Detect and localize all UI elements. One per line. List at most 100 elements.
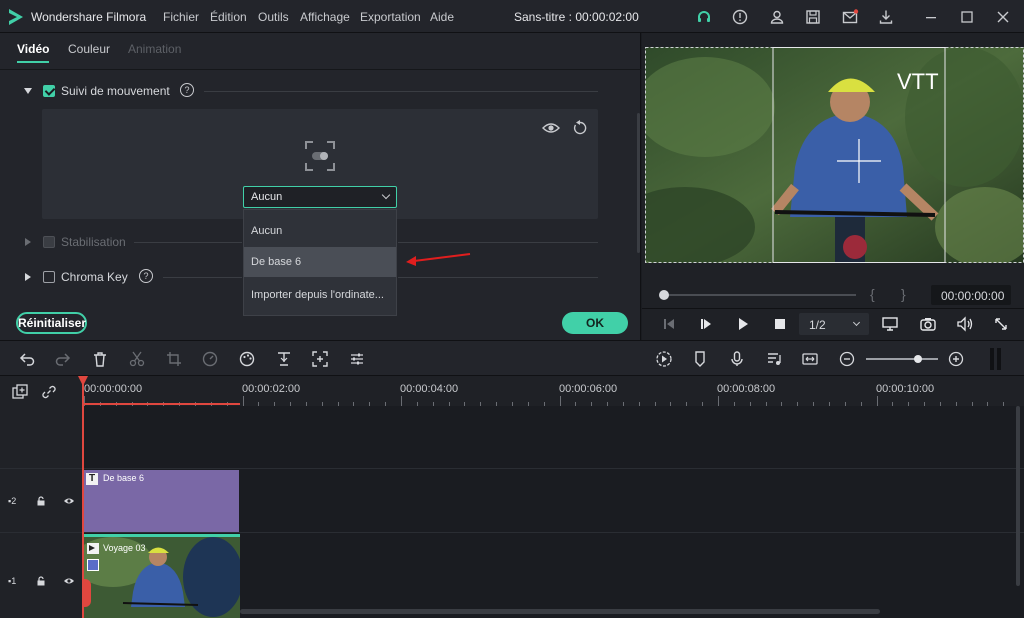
expand-triangle-icon[interactable] bbox=[25, 238, 31, 246]
ruler-label: 00:00:04:00 bbox=[400, 383, 459, 395]
fullscreen-icon[interactable] bbox=[993, 316, 1009, 332]
menu-aide[interactable]: Aide bbox=[430, 10, 454, 24]
ruler-tick bbox=[749, 402, 751, 406]
voiceover-icon[interactable] bbox=[765, 350, 783, 368]
timeline: 00:00:00:00 00:00:02:00 00:00:04:00 00:0… bbox=[0, 376, 1024, 618]
ruler-tick bbox=[924, 402, 926, 406]
undo-icon[interactable] bbox=[18, 350, 36, 368]
zoom-out-icon[interactable] bbox=[838, 350, 856, 368]
ruler-tick bbox=[638, 402, 640, 406]
microphone-icon[interactable] bbox=[728, 350, 746, 368]
expand-triangle-icon[interactable] bbox=[25, 273, 31, 281]
menu-outils[interactable]: Outils bbox=[258, 10, 289, 24]
reset-icon[interactable] bbox=[572, 120, 588, 136]
preview-scrubber-track[interactable] bbox=[664, 294, 856, 296]
zoom-in-icon[interactable] bbox=[947, 350, 965, 368]
collapse-triangle-icon[interactable] bbox=[24, 88, 32, 94]
track-divider bbox=[0, 532, 1024, 533]
motion-tracking-label: Suivi de mouvement bbox=[61, 84, 170, 98]
add-track-icon[interactable] bbox=[12, 384, 28, 400]
tabs-divider bbox=[0, 69, 641, 70]
ruler-label: 00:00:00:00 bbox=[84, 383, 143, 395]
help-icon[interactable]: ? bbox=[180, 83, 194, 97]
maximize-icon[interactable] bbox=[958, 8, 976, 26]
ruler-tick bbox=[274, 402, 276, 406]
pause-bar-left bbox=[990, 348, 994, 370]
visibility-eye-icon[interactable] bbox=[63, 496, 75, 506]
play-icon[interactable] bbox=[736, 317, 750, 331]
title-clip[interactable]: T De base 6 bbox=[83, 470, 239, 532]
text-clip-icon: T bbox=[86, 473, 98, 485]
stabilization-checkbox[interactable] bbox=[43, 236, 55, 248]
video-clip-label: Voyage 03 bbox=[103, 543, 146, 553]
ruler-tick bbox=[575, 402, 577, 406]
close-icon[interactable] bbox=[994, 8, 1012, 26]
headset-icon[interactable] bbox=[695, 8, 713, 26]
preview-scrubber-handle[interactable] bbox=[659, 290, 669, 300]
zoom-slider-track[interactable] bbox=[866, 358, 938, 360]
save-icon[interactable] bbox=[804, 8, 822, 26]
minimize-icon[interactable] bbox=[922, 8, 940, 26]
reset-button[interactable]: Réinitialiser bbox=[16, 312, 87, 334]
overlay-text[interactable]: VTT bbox=[897, 69, 939, 95]
user-icon[interactable] bbox=[768, 8, 786, 26]
menu-edition[interactable]: Édition bbox=[210, 10, 247, 24]
menu-fichier[interactable]: Fichier bbox=[163, 10, 199, 24]
eye-icon[interactable] bbox=[542, 121, 560, 135]
ruler-tick bbox=[797, 402, 799, 406]
marker-icon[interactable] bbox=[691, 350, 709, 368]
text-edit-icon[interactable] bbox=[275, 350, 293, 368]
tab-couleur[interactable]: Couleur bbox=[68, 42, 110, 56]
dropdown-option-importer[interactable]: Importer depuis l'ordinate... bbox=[244, 280, 396, 310]
timeline-horizontal-scrollbar[interactable] bbox=[240, 609, 880, 614]
video-clip[interactable]: Voyage 03 bbox=[83, 534, 240, 618]
cut-icon[interactable] bbox=[128, 350, 146, 368]
link-icon[interactable] bbox=[41, 384, 57, 400]
next-frame-icon[interactable] bbox=[699, 317, 713, 331]
menu-affichage[interactable]: Affichage bbox=[300, 10, 350, 24]
visibility-eye-icon[interactable] bbox=[63, 576, 75, 586]
zoom-slider-handle[interactable] bbox=[914, 355, 922, 363]
ok-button[interactable]: OK bbox=[562, 312, 628, 334]
redo-icon[interactable] bbox=[54, 350, 72, 368]
tab-video[interactable]: Vidéo bbox=[17, 42, 49, 56]
render-icon[interactable] bbox=[655, 350, 673, 368]
prev-frame-icon[interactable] bbox=[662, 317, 676, 331]
playhead[interactable] bbox=[82, 376, 84, 618]
title-bar: Wondershare Filmora Fichier Édition Outi… bbox=[0, 0, 1024, 33]
color-palette-icon[interactable] bbox=[238, 350, 256, 368]
quality-select[interactable]: 1/2 bbox=[799, 313, 869, 335]
volume-icon[interactable] bbox=[956, 316, 974, 332]
motion-tracking-icon[interactable] bbox=[311, 350, 329, 368]
mail-icon[interactable] bbox=[841, 8, 859, 26]
dropdown-option-de-base-6[interactable]: De base 6 bbox=[244, 247, 396, 277]
properties-scrollbar[interactable] bbox=[637, 113, 640, 253]
timeline-ruler[interactable]: 00:00:00:00 00:00:02:00 00:00:04:00 00:0… bbox=[82, 376, 1024, 406]
preview-canvas[interactable] bbox=[645, 47, 1024, 263]
ruler-tick bbox=[955, 402, 957, 406]
download-icon[interactable] bbox=[877, 8, 895, 26]
dropdown-option-aucun[interactable]: Aucun bbox=[244, 216, 396, 246]
mark-out-icon[interactable]: } bbox=[901, 286, 906, 302]
menu-exportation[interactable]: Exportation bbox=[360, 10, 421, 24]
mark-in-icon[interactable]: { bbox=[870, 286, 875, 302]
delete-icon[interactable] bbox=[91, 350, 109, 368]
motion-tracking-dropdown[interactable]: Aucun bbox=[243, 186, 397, 208]
lock-icon[interactable] bbox=[36, 496, 46, 506]
lock-icon[interactable] bbox=[36, 576, 46, 586]
speed-icon[interactable] bbox=[201, 350, 219, 368]
motion-tracking-checkbox[interactable] bbox=[43, 85, 55, 97]
timeline-vertical-scrollbar[interactable] bbox=[1016, 406, 1020, 586]
adjust-icon[interactable] bbox=[348, 350, 366, 368]
fit-timeline-icon[interactable] bbox=[801, 350, 819, 368]
info-icon[interactable] bbox=[731, 8, 749, 26]
help-icon[interactable]: ? bbox=[139, 269, 153, 283]
snapshot-icon[interactable] bbox=[919, 316, 937, 332]
ruler-tick bbox=[654, 402, 656, 406]
clip-trim-handle[interactable] bbox=[83, 579, 91, 607]
display-icon[interactable] bbox=[881, 316, 899, 332]
tab-animation[interactable]: Animation bbox=[128, 42, 181, 56]
stop-icon[interactable] bbox=[773, 317, 787, 331]
crop-icon[interactable] bbox=[165, 350, 183, 368]
chroma-key-checkbox[interactable] bbox=[43, 271, 55, 283]
